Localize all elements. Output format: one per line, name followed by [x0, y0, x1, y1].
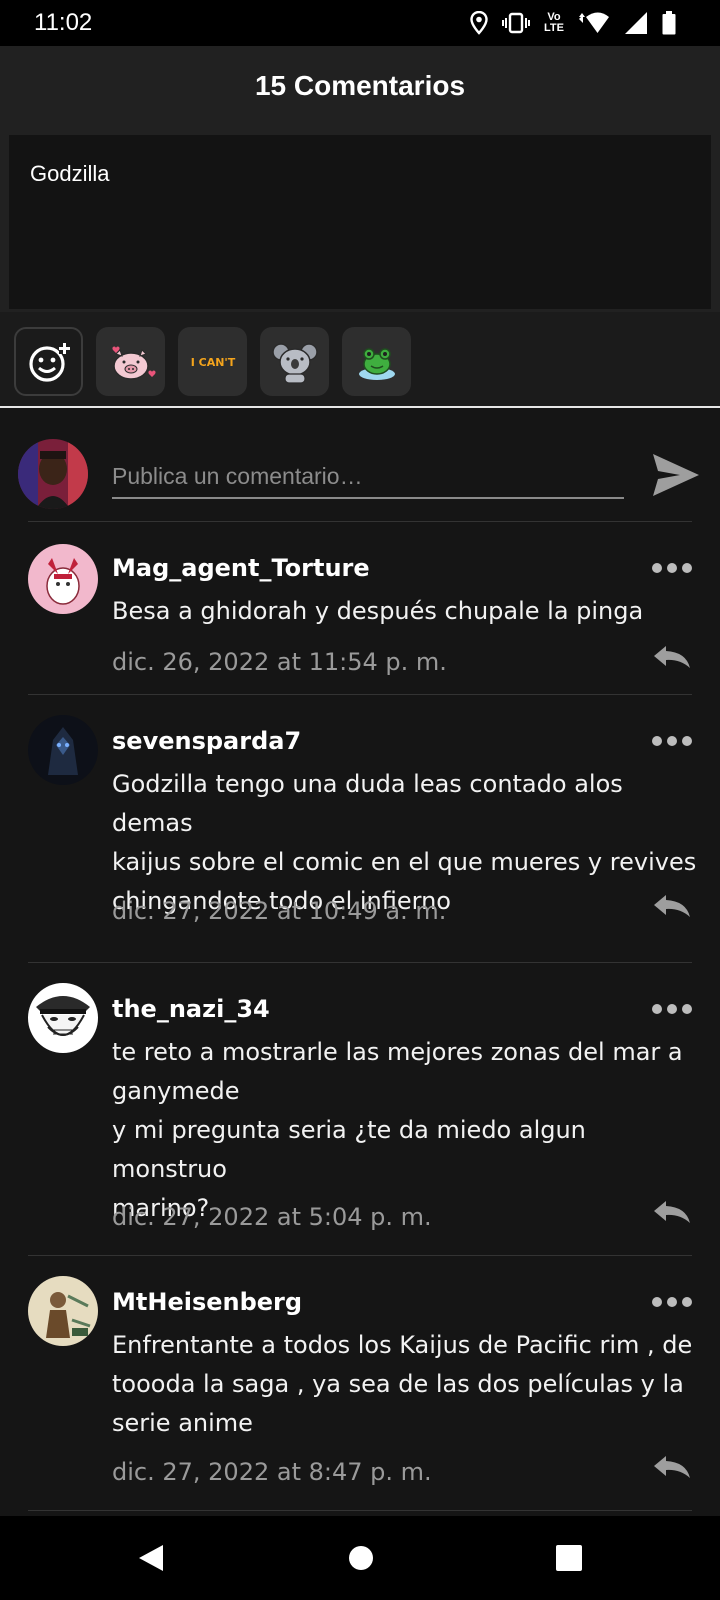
koala-sticker [271, 342, 318, 384]
pig-sticker [111, 346, 156, 380]
dot-icon [667, 1004, 677, 1014]
divider [28, 1510, 692, 1511]
avatar[interactable] [28, 983, 98, 1053]
dot-icon [682, 1004, 692, 1014]
comment-date: dic. 27, 2022 at 10:49 a. m. [112, 897, 447, 925]
divider [28, 1255, 692, 1256]
compose-area: Godzilla [0, 132, 720, 312]
comment-date: dic. 27, 2022 at 5:04 p. m. [112, 1203, 432, 1231]
send-icon [653, 454, 699, 496]
dot-icon [682, 563, 692, 573]
dot-icon [667, 736, 677, 746]
signal-icon [625, 12, 647, 34]
comment-text: te reto a mostrarle las mejores zonas de… [112, 1038, 683, 1222]
divider [28, 962, 692, 963]
comment-text: Enfrentante a todos los Kaijus de Pacifi… [112, 1331, 693, 1437]
home-button[interactable] [341, 1538, 381, 1578]
reply-button[interactable] [652, 1199, 694, 1227]
status-time: 11:02 [34, 9, 93, 36]
battery-icon [662, 11, 676, 35]
pig-sticker-button[interactable] [96, 327, 165, 396]
dot-icon [682, 1297, 692, 1307]
post-comment-row [0, 411, 720, 531]
dot-icon [652, 736, 662, 746]
more-options-button[interactable] [652, 558, 694, 578]
reply-icon [654, 646, 690, 668]
comment-username[interactable]: the_nazi_34 [112, 995, 270, 1023]
i-cant-label: I CAN'T [190, 356, 235, 369]
reply-icon [654, 1456, 690, 1478]
sticker-row: I CAN'T [0, 312, 720, 408]
dot-icon [652, 1004, 662, 1014]
reply-button[interactable] [652, 644, 694, 672]
comment-date: dic. 27, 2022 at 8:47 p. m. [112, 1458, 432, 1486]
comment-username[interactable]: Mag_agent_Torture [112, 554, 370, 582]
comment-username[interactable]: sevensparda7 [112, 727, 301, 755]
comment-username[interactable]: MtHeisenberg [112, 1288, 302, 1316]
recents-icon [556, 1545, 582, 1571]
dot-icon [682, 736, 692, 746]
location-icon [470, 11, 488, 35]
page-title: 15 Comentarios [254, 70, 466, 101]
volte-icon: Vo LTE [544, 12, 564, 34]
reply-icon [654, 1201, 690, 1223]
vibrate-icon [502, 12, 531, 34]
koala-sticker-button[interactable] [260, 327, 329, 396]
recents-button[interactable] [549, 1538, 589, 1578]
reply-button[interactable] [652, 1454, 694, 1482]
more-options-button[interactable] [652, 999, 694, 1019]
avatar[interactable] [28, 1276, 98, 1346]
dot-icon [652, 563, 662, 573]
avatar[interactable] [28, 544, 98, 614]
header: 15 Comentarios [0, 46, 720, 132]
comment-text: Besa a ghidorah y después chupale la pin… [112, 597, 644, 625]
i-cant-sticker-button[interactable]: I CAN'T [178, 327, 247, 396]
divider [28, 521, 692, 522]
i-cant-sticker: I CAN'T [190, 356, 235, 369]
back-button[interactable] [131, 1538, 171, 1578]
compose-text-box[interactable]: Godzilla [9, 135, 711, 309]
current-user-avatar [18, 439, 88, 509]
wifi-icon [579, 12, 609, 33]
home-icon [349, 1546, 373, 1570]
send-button[interactable] [650, 449, 702, 501]
divider [28, 694, 692, 695]
comment-input[interactable] [112, 455, 624, 499]
avatar[interactable] [28, 715, 98, 785]
navigation-bar [0, 1516, 720, 1600]
frog-sticker [358, 347, 395, 380]
compose-text: Godzilla [30, 161, 110, 186]
reply-icon [654, 895, 690, 917]
dot-icon [667, 563, 677, 573]
volte-bottom-label: LTE [544, 22, 564, 34]
status-bar: 11:02 Vo LTE [0, 0, 720, 46]
more-options-button[interactable] [652, 731, 694, 751]
dot-icon [667, 1297, 677, 1307]
add-emoji-icon [28, 342, 70, 382]
comment-date: dic. 26, 2022 at 11:54 p. m. [112, 648, 447, 676]
add-emoji-button[interactable] [14, 327, 83, 396]
dot-icon [652, 1297, 662, 1307]
frog-sticker-button[interactable] [342, 327, 411, 396]
more-options-button[interactable] [652, 1292, 694, 1312]
back-icon [139, 1545, 163, 1571]
status-icons: Vo LTE [470, 10, 676, 36]
reply-button[interactable] [652, 893, 694, 921]
